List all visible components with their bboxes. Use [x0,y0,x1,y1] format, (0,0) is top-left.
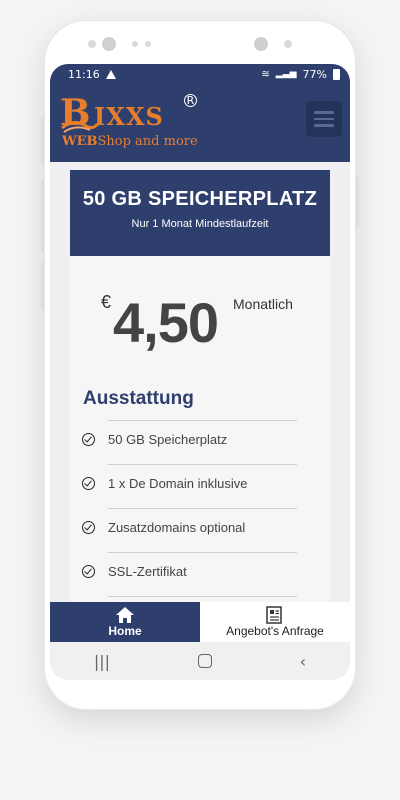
price-amount: 4,50 [113,291,219,354]
menu-bar [314,117,334,121]
menu-bar [314,111,334,114]
signal-icon: ▂▃▅ [275,69,297,79]
feature-item: 50 GB Speicherplatz [82,432,227,447]
price-period: Monatlich [233,296,293,312]
battery-percent: 77% [302,67,327,81]
nav-home-tab[interactable]: Home [50,602,200,642]
logo-tagline-rest: Shop and more [97,134,198,149]
divider [108,420,297,421]
menu-bar [314,124,334,127]
app-screen: 11:16 ≋ ▂▃▅ 77% B IXXS R WEBShop and mor… [50,64,350,642]
logo-tagline-bold: WEB [62,134,98,149]
sensor-icon [145,41,151,47]
price-currency: € [101,292,112,312]
check-circle-icon [82,521,95,534]
newspaper-icon [266,606,282,624]
feature-label: Zusatzdomains optional [108,520,246,535]
plan-subtitle: Nur 1 Monat Mindestlaufzeit [131,218,269,230]
back-icon[interactable]: ‹ [300,652,306,671]
nav-home-label: Home [108,624,142,638]
divider [108,464,297,465]
front-camera-icon [102,37,116,51]
plan-title: 50 GB SPEICHERPLATZ [82,188,318,210]
bottom-navigation: Home Angebot's Anfrage [50,602,350,642]
pricing-card: 50 GB SPEICHERPLATZ Nur 1 Monat Mindestl… [70,170,330,642]
check-circle-icon [82,433,95,446]
divider [108,596,297,597]
feature-label: 1 x De Domain inklusive [108,476,248,491]
check-circle-icon [82,477,95,490]
features-title: Ausstattung [83,388,194,409]
phone-power-button [356,177,359,227]
feature-label: 50 GB Speicherplatz [108,432,228,447]
battery-icon [333,68,340,80]
status-bar: 11:16 ≋ ▂▃▅ 77% [50,64,350,84]
home-circle-icon[interactable] [197,654,212,668]
check-circle-icon [82,565,95,578]
logo-tagline: WEBShop and more [62,134,198,149]
status-time: 11:16 [68,67,100,81]
wifi-icon: ≋ [261,68,270,80]
app-header: B IXXS R WEBShop and more [50,84,350,162]
iris-camera-icon [254,37,268,51]
price-block: € 4,50 Monatlich [70,256,330,376]
home-icon [116,607,134,623]
sensor-icon [88,40,96,48]
feature-item: SSL-Zertifikat [82,564,187,579]
feature-label: SSL-Zertifikat [108,564,187,579]
logo-letter-b: B [60,92,91,134]
pricing-card-header: 50 GB SPEICHERPLATZ Nur 1 Monat Mindestl… [70,170,330,256]
warning-icon [105,69,116,79]
nav-offer-tab[interactable]: Angebot's Anfrage [200,602,350,642]
bixxs-logo[interactable]: B IXXS R WEBShop and more [60,90,200,154]
sensor-icon [284,40,292,48]
hamburger-menu-button[interactable] [306,101,342,137]
feature-item: Zusatzdomains optional [82,520,245,535]
system-navigation-bar: ||| ‹ [50,642,350,680]
registered-mark: R [184,94,197,107]
logo-letters: IXXS [94,102,164,131]
feature-item: 1 x De Domain inklusive [82,476,247,491]
nav-offer-label: Angebot's Anfrage [226,624,324,638]
divider [108,552,297,553]
recent-apps-icon[interactable]: ||| [94,652,110,671]
sensor-icon [132,41,138,47]
divider [108,508,297,509]
